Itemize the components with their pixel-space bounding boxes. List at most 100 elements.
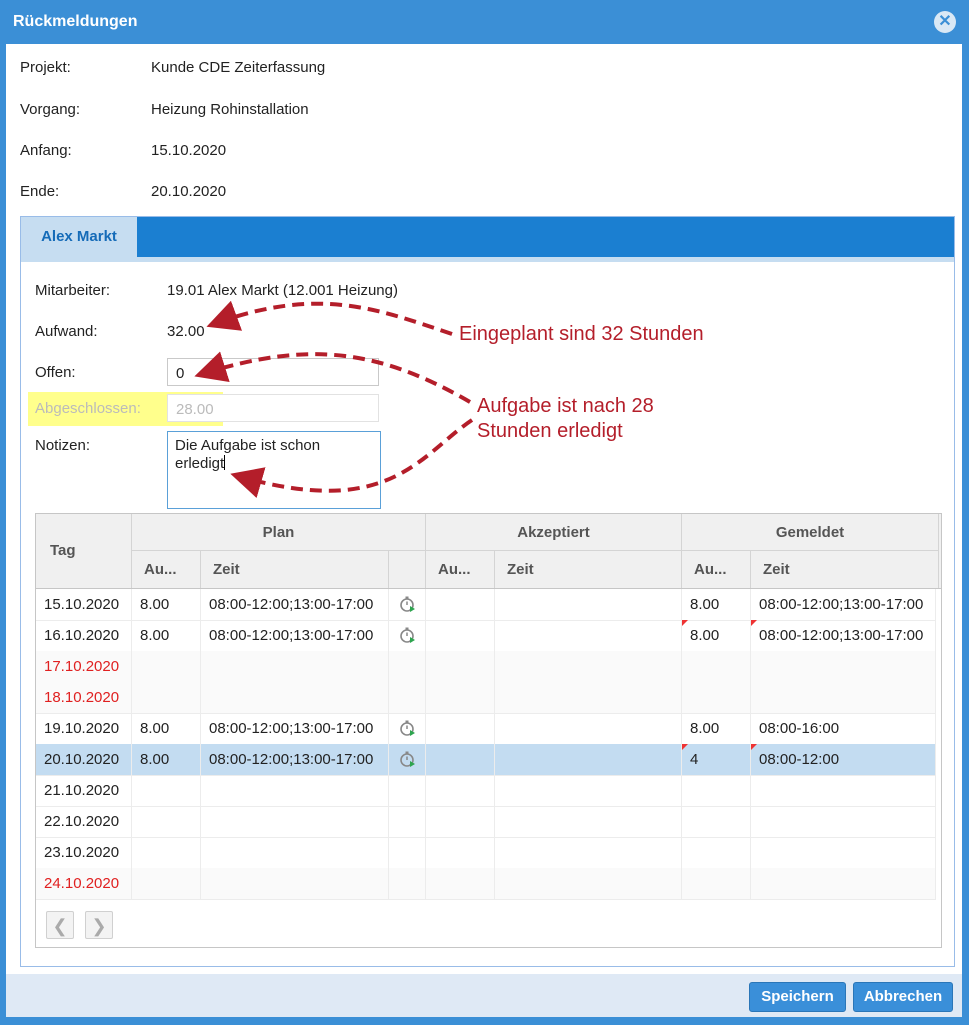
table-row[interactable]: 16.10.2020 8.00 08:00-12:00;13:00-17:00 8.0… xyxy=(36,620,936,652)
cell-gem-zeit[interactable] xyxy=(751,868,936,899)
cell-akz-zeit[interactable] xyxy=(495,806,682,837)
cell-gem-zeit[interactable] xyxy=(751,837,936,868)
table-row[interactable]: 15.10.2020 8.00 08:00-12:00;13:00-17:00 8.0… xyxy=(36,589,936,621)
cell-plan-zeit[interactable] xyxy=(201,682,389,713)
cell-gem-aufwand[interactable]: 8.00 xyxy=(682,589,751,620)
table-row[interactable]: 19.10.2020 8.00 08:00-12:00;13:00-17:00 8.0… xyxy=(36,713,936,745)
tab-alex-markt[interactable]: Alex Markt xyxy=(21,217,137,257)
cell-gem-aufwand[interactable]: 8.00 xyxy=(682,620,751,651)
cell-akz-aufwand[interactable] xyxy=(426,620,495,651)
cell-plan-action[interactable] xyxy=(389,713,426,744)
cell-plan-aufwand[interactable] xyxy=(132,837,201,868)
cell-plan-action[interactable] xyxy=(389,744,426,775)
cell-gem-zeit[interactable]: 08:00-12:00;13:00-17:00 xyxy=(751,620,936,651)
cell-akz-aufwand[interactable] xyxy=(426,868,495,899)
cell-plan-aufwand[interactable] xyxy=(132,682,201,713)
table-row[interactable]: 18.10.2020 xyxy=(36,682,936,714)
cell-tag[interactable]: 23.10.2020 xyxy=(36,837,132,868)
header-tag[interactable]: Tag xyxy=(36,514,132,588)
cell-plan-action[interactable] xyxy=(389,806,426,837)
header-gem-zeit[interactable]: Zeit xyxy=(751,551,939,588)
cell-tag[interactable]: 22.10.2020 xyxy=(36,806,132,837)
cell-plan-action[interactable] xyxy=(389,868,426,899)
cell-plan-action[interactable] xyxy=(389,589,426,620)
cell-akz-aufwand[interactable] xyxy=(426,589,495,620)
cell-gem-aufwand[interactable] xyxy=(682,806,751,837)
cell-plan-zeit[interactable] xyxy=(201,837,389,868)
cell-plan-zeit[interactable]: 08:00-12:00;13:00-17:00 xyxy=(201,713,389,744)
header-akz-zeit[interactable]: Zeit xyxy=(495,551,682,588)
cell-plan-zeit[interactable]: 08:00-12:00;13:00-17:00 xyxy=(201,589,389,620)
cell-plan-aufwand[interactable]: 8.00 xyxy=(132,713,201,744)
cell-akz-aufwand[interactable] xyxy=(426,806,495,837)
cell-plan-aufwand[interactable]: 8.00 xyxy=(132,589,201,620)
cell-gem-aufwand[interactable]: 8.00 xyxy=(682,713,751,744)
cell-akz-zeit[interactable] xyxy=(495,744,682,775)
cell-plan-zeit[interactable] xyxy=(201,651,389,682)
cancel-button[interactable]: Abbrechen xyxy=(853,982,953,1012)
cell-gem-zeit[interactable]: 08:00-12:00 xyxy=(751,744,936,775)
cell-gem-zeit[interactable] xyxy=(751,806,936,837)
cell-plan-action[interactable] xyxy=(389,775,426,806)
cell-tag[interactable]: 18.10.2020 xyxy=(36,682,132,713)
cell-akz-zeit[interactable] xyxy=(495,713,682,744)
table-row[interactable]: 20.10.2020 8.00 08:00-12:00;13:00-17:00 4 08… xyxy=(36,744,936,776)
table-row[interactable]: 23.10.2020 xyxy=(36,837,936,869)
cell-akz-zeit[interactable] xyxy=(495,651,682,682)
cell-akz-aufwand[interactable] xyxy=(426,775,495,806)
cell-gem-zeit[interactable]: 08:00-12:00;13:00-17:00 xyxy=(751,589,936,620)
timer-icon[interactable] xyxy=(399,719,417,737)
timer-icon[interactable] xyxy=(399,595,417,613)
timer-icon[interactable] xyxy=(399,626,417,644)
cell-akz-zeit[interactable] xyxy=(495,589,682,620)
cell-plan-zeit[interactable] xyxy=(201,868,389,899)
header-gem-aufwand[interactable]: Au... xyxy=(682,551,751,588)
cell-gem-aufwand[interactable] xyxy=(682,682,751,713)
cell-akz-aufwand[interactable] xyxy=(426,837,495,868)
cell-plan-action[interactable] xyxy=(389,837,426,868)
prev-page-button[interactable]: ❮ xyxy=(46,911,74,939)
header-plan-aufwand[interactable]: Au... xyxy=(132,551,201,588)
cell-akz-zeit[interactable] xyxy=(495,775,682,806)
cell-tag[interactable]: 19.10.2020 xyxy=(36,713,132,744)
cell-plan-action[interactable] xyxy=(389,651,426,682)
cell-akz-zeit[interactable] xyxy=(495,868,682,899)
cell-tag[interactable]: 24.10.2020 xyxy=(36,868,132,899)
cell-akz-aufwand[interactable] xyxy=(426,744,495,775)
cell-akz-zeit[interactable] xyxy=(495,682,682,713)
cell-tag[interactable]: 21.10.2020 xyxy=(36,775,132,806)
cell-akz-aufwand[interactable] xyxy=(426,713,495,744)
cell-plan-zeit[interactable] xyxy=(201,806,389,837)
cell-akz-aufwand[interactable] xyxy=(426,682,495,713)
cell-akz-zeit[interactable] xyxy=(495,620,682,651)
cell-gem-aufwand[interactable] xyxy=(682,775,751,806)
cell-gem-aufwand[interactable]: 4 xyxy=(682,744,751,775)
offen-input[interactable]: 0 xyxy=(167,358,379,386)
cell-gem-aufwand[interactable] xyxy=(682,837,751,868)
cell-gem-zeit[interactable] xyxy=(751,775,936,806)
cell-akz-aufwand[interactable] xyxy=(426,651,495,682)
table-row[interactable]: 21.10.2020 xyxy=(36,775,936,807)
close-icon[interactable]: ✕ xyxy=(934,11,956,33)
cell-tag[interactable]: 15.10.2020 xyxy=(36,589,132,620)
cell-plan-aufwand[interactable]: 8.00 xyxy=(132,744,201,775)
cell-plan-aufwand[interactable]: 8.00 xyxy=(132,620,201,651)
cell-gem-aufwand[interactable] xyxy=(682,651,751,682)
dialog-titlebar[interactable]: Rückmeldungen ✕ xyxy=(0,0,969,44)
cell-gem-zeit[interactable] xyxy=(751,682,936,713)
cell-tag[interactable]: 17.10.2020 xyxy=(36,651,132,682)
notizen-textarea[interactable]: Die Aufgabe ist schon erledigt xyxy=(167,431,381,509)
table-row[interactable]: 24.10.2020 xyxy=(36,868,936,900)
header-plan-zeit[interactable]: Zeit xyxy=(201,551,389,588)
header-akz-aufwand[interactable]: Au... xyxy=(426,551,495,588)
cell-plan-action[interactable] xyxy=(389,620,426,651)
cell-plan-zeit[interactable]: 08:00-12:00;13:00-17:00 xyxy=(201,744,389,775)
cell-plan-action[interactable] xyxy=(389,682,426,713)
cell-plan-aufwand[interactable] xyxy=(132,775,201,806)
save-button[interactable]: Speichern xyxy=(749,982,846,1012)
cell-tag[interactable]: 16.10.2020 xyxy=(36,620,132,651)
cell-plan-aufwand[interactable] xyxy=(132,806,201,837)
cell-akz-zeit[interactable] xyxy=(495,837,682,868)
cell-plan-aufwand[interactable] xyxy=(132,651,201,682)
cell-tag[interactable]: 20.10.2020 xyxy=(36,744,132,775)
